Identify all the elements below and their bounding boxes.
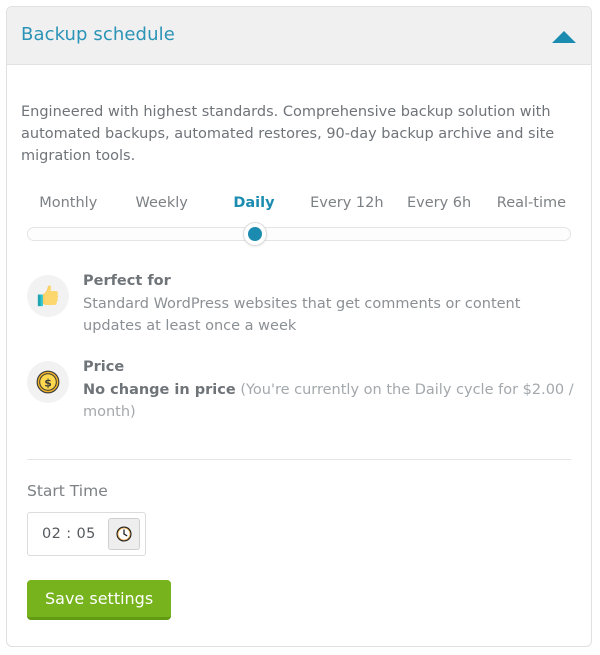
collapse-toggle-button[interactable] — [551, 29, 577, 45]
backup-schedule-card: Backup schedule Engineered with highest … — [6, 6, 592, 647]
clock-icon[interactable] — [108, 518, 140, 550]
section-divider — [27, 459, 571, 460]
slider-track-wrap[interactable] — [27, 222, 571, 246]
page-title: Backup schedule — [21, 24, 175, 45]
slider-option-every-6h[interactable]: Every 6h — [407, 195, 471, 211]
info-row-price: $ Price No change in price (You're curre… — [21, 355, 577, 423]
coin-dollar-icon: $ — [27, 361, 69, 403]
start-time-input[interactable]: 02 : 05 — [27, 512, 146, 556]
slider-option-weekly[interactable]: Weekly — [135, 195, 187, 211]
triangle-up-icon — [552, 31, 576, 43]
slider-option-monthly[interactable]: Monthly — [39, 195, 97, 211]
save-settings-button[interactable]: Save settings — [27, 580, 172, 620]
slider-track[interactable] — [27, 227, 571, 241]
thumbs-up-icon — [27, 275, 69, 317]
start-time-value[interactable]: 02 : 05 — [28, 526, 96, 542]
backup-frequency-slider[interactable]: Monthly Weekly Daily Every 12h Every 6h … — [21, 195, 577, 251]
card-body: Engineered with highest standards. Compr… — [7, 65, 591, 620]
slider-label-row: Monthly Weekly Daily Every 12h Every 6h … — [21, 195, 577, 217]
info-text-price: Price No change in price (You're current… — [83, 355, 577, 423]
slider-handle[interactable] — [242, 222, 267, 246]
info-heading: Price — [83, 359, 125, 375]
info-heading: Perfect for — [83, 273, 171, 289]
slider-option-every-12h[interactable]: Every 12h — [310, 195, 383, 211]
card-header[interactable]: Backup schedule — [7, 7, 591, 65]
info-description: No change in price (You're currently on … — [83, 379, 577, 423]
svg-text:$: $ — [44, 377, 52, 390]
price-change-text: No change in price — [83, 382, 236, 398]
info-description: Standard WordPress websites that get com… — [83, 296, 521, 334]
info-row-perfect-for: Perfect for Standard WordPress websites … — [21, 269, 577, 337]
slider-option-real-time[interactable]: Real-time — [497, 195, 566, 211]
slider-option-daily[interactable]: Daily — [233, 195, 274, 211]
card-description: Engineered with highest standards. Compr… — [21, 104, 555, 164]
info-text-perfect-for: Perfect for Standard WordPress websites … — [83, 269, 577, 337]
start-time-label: Start Time — [27, 482, 108, 500]
slider-handle-dot — [247, 227, 262, 241]
